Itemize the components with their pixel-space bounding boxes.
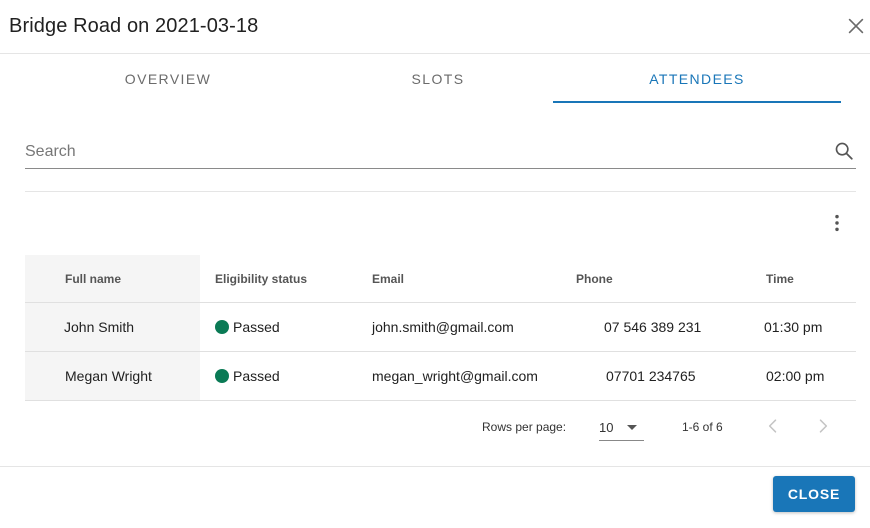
table-row[interactable]: John Smith Passed john.smith@gmail.com 0… <box>25 303 856 352</box>
email-cell: megan_wright@gmail.com <box>372 368 538 384</box>
table-row[interactable]: Megan Wright Passed megan_wright@gmail.c… <box>25 352 856 401</box>
status-cell: Passed <box>215 303 280 351</box>
email-cell: john.smith@gmail.com <box>372 319 514 335</box>
full-name-cell: Megan Wright <box>65 368 152 384</box>
active-tab-indicator <box>553 101 841 103</box>
close-button[interactable]: CLOSE <box>773 476 855 512</box>
full-name-cell: John Smith <box>64 319 135 335</box>
column-header-email[interactable]: Email <box>372 255 404 302</box>
time-cell: 02:00 pm <box>766 368 825 384</box>
chevron-left-icon[interactable] <box>763 416 783 436</box>
divider <box>25 191 856 192</box>
chevron-right-icon[interactable] <box>813 416 833 436</box>
rows-per-page-select[interactable]: 10 <box>599 413 644 441</box>
tab-overview[interactable]: OVERVIEW <box>28 54 308 104</box>
status-label: Passed <box>233 368 280 384</box>
search-field <box>25 136 856 169</box>
rows-per-page-value: 10 <box>599 420 614 435</box>
caret-down-icon <box>627 425 637 430</box>
tab-attendees[interactable]: ATTENDEES <box>553 54 841 104</box>
tab-bar: OVERVIEW SLOTS ATTENDEES <box>0 54 870 104</box>
status-dot-icon <box>215 369 229 383</box>
more-vertical-icon[interactable] <box>826 212 848 234</box>
status-dot-icon <box>215 320 229 334</box>
search-input[interactable] <box>25 136 815 168</box>
tab-slots[interactable]: SLOTS <box>298 54 578 104</box>
phone-cell: 07 546 389 231 <box>604 319 702 335</box>
column-header-time[interactable]: Time <box>766 255 794 302</box>
dialog-title: Bridge Road on 2021-03-18 <box>9 15 259 37</box>
dialog-header: Bridge Road on 2021-03-18 <box>0 0 870 54</box>
phone-cell: 07701 234765 <box>606 368 696 384</box>
column-header-eligibility-status[interactable]: Eligibility status <box>215 255 307 302</box>
attendees-dialog: Bridge Road on 2021-03-18 OVERVIEW SLOTS… <box>0 0 870 528</box>
column-header-full-name[interactable]: Full name <box>65 255 121 302</box>
pagination-range: 1-6 of 6 <box>682 420 723 434</box>
rows-per-page-label: Rows per page: <box>482 420 567 434</box>
status-label: Passed <box>233 319 280 335</box>
close-icon[interactable] <box>845 15 867 37</box>
status-cell: Passed <box>215 352 280 400</box>
time-cell: 01:30 pm <box>764 319 823 335</box>
footer-divider <box>0 466 870 467</box>
column-header-phone[interactable]: Phone <box>576 255 613 302</box>
search-icon[interactable] <box>833 140 855 162</box>
pagination: Rows per page: 10 1-6 of 6 <box>0 400 870 452</box>
